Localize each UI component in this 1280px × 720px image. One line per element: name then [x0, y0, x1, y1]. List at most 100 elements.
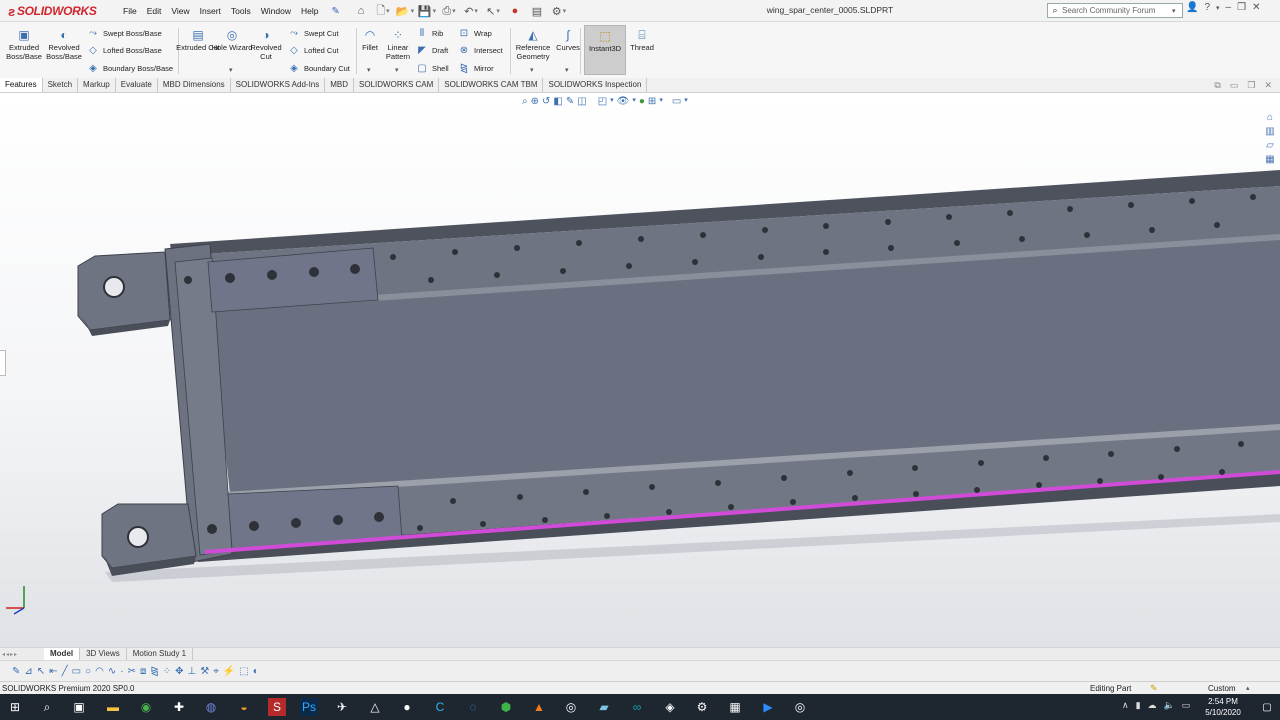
notifications-icon[interactable]: ▢: [1258, 698, 1276, 716]
restore-icon[interactable]: ❐: [1237, 2, 1246, 13]
repair-sketch-icon[interactable]: ⚒: [200, 666, 209, 677]
options-gear-icon[interactable]: ⚙ ▾: [550, 3, 568, 19]
undo-icon[interactable]: ↶ ▾: [462, 3, 480, 19]
menu-window[interactable]: Window: [256, 6, 296, 16]
swept-boss-button[interactable]: ⤳ Swept Boss/Base: [86, 26, 162, 40]
tab-markup[interactable]: Markup: [78, 78, 116, 92]
select-arrow-icon[interactable]: ↖: [37, 666, 45, 677]
chevron-down-icon[interactable]: ▾: [1216, 4, 1220, 12]
pin-icon[interactable]: ✎: [331, 6, 339, 17]
extruded-boss-button[interactable]: ▣ Extruded Boss/Base: [2, 28, 46, 61]
boundary-boss-button[interactable]: ◈ Boundary Boss/Base: [86, 61, 173, 75]
tab-features[interactable]: Features: [0, 78, 43, 92]
quick-snaps-icon[interactable]: ⌖: [213, 666, 219, 677]
zoom-icon[interactable]: ▶: [759, 698, 777, 716]
photoshop-icon[interactable]: Ps: [300, 698, 318, 716]
open-folder-icon[interactable]: 📂 ▾: [396, 3, 414, 19]
steam-icon[interactable]: ⚙: [693, 698, 711, 716]
rebuild-traffic-light-icon[interactable]: ●: [506, 3, 524, 19]
app-icon[interactable]: ✚: [170, 698, 188, 716]
cloud-icon[interactable]: ☁: [1148, 700, 1157, 711]
tab-evaluate[interactable]: Evaluate: [116, 78, 158, 92]
app-icon[interactable]: ▰: [595, 698, 613, 716]
shell-button[interactable]: ▢ Shell: [415, 61, 448, 75]
menu-view[interactable]: View: [166, 6, 194, 16]
thread-button[interactable]: ⌸ Thread: [620, 28, 664, 53]
revolved-cut-button[interactable]: ◑ Revolved Cut: [244, 28, 288, 61]
tab-solidworks-cam-tbm[interactable]: SOLIDWORKS CAM TBM: [439, 78, 544, 92]
linear-pattern-button[interactable]: ⁘ Linear Pattern: [376, 28, 420, 61]
lofted-boss-button[interactable]: ◇ Lofted Boss/Base: [86, 43, 162, 57]
chrome-icon[interactable]: ◉: [137, 698, 155, 716]
app-icon[interactable]: C: [431, 698, 449, 716]
offset-icon[interactable]: ⧈: [140, 666, 146, 677]
move-entities-icon[interactable]: ✥: [175, 666, 183, 677]
rectangle-icon[interactable]: ▭: [72, 666, 81, 677]
battery-icon[interactable]: ▭: [1182, 700, 1191, 711]
tab-mbd-dimensions[interactable]: MBD Dimensions: [158, 78, 231, 92]
line-icon[interactable]: ╱: [62, 666, 68, 677]
windows-start-icon[interactable]: ⊞: [6, 698, 24, 716]
tab-3d-views[interactable]: 3D Views: [80, 648, 127, 660]
swept-cut-button[interactable]: ⤳ Swept Cut: [287, 26, 339, 40]
selection-filter-icon[interactable]: ⊿: [24, 666, 32, 677]
search-icon[interactable]: ⌕: [38, 698, 56, 716]
home-icon[interactable]: ⌂: [352, 3, 370, 19]
new-document-icon[interactable]: 🗋 ▾: [374, 3, 392, 19]
minimize-icon[interactable]: –: [1226, 2, 1232, 13]
select-arrow-icon[interactable]: ↖ ▾: [484, 3, 502, 19]
tab-solidworks-cam[interactable]: SOLIDWORKS CAM: [354, 78, 440, 92]
draft-button[interactable]: ◤ Draft: [415, 43, 448, 57]
chevron-down-icon[interactable]: ▾: [530, 66, 534, 74]
shaded-sketch-contours-icon[interactable]: ◐: [253, 666, 259, 677]
rapid-sketch-icon[interactable]: ⚡: [223, 666, 235, 677]
tab-solidworks-addins[interactable]: SOLIDWORKS Add-Ins: [231, 78, 326, 92]
restore-icon[interactable]: ❐: [1247, 80, 1255, 91]
wing-spar-3d-model[interactable]: [0, 94, 1280, 647]
revolved-boss-button[interactable]: ◐ Revolved Boss/Base: [42, 28, 86, 61]
github-icon[interactable]: ●: [398, 698, 416, 716]
vlc-icon[interactable]: ▲: [530, 698, 548, 716]
solidworks-taskbar-icon[interactable]: S: [268, 698, 286, 716]
obs-icon[interactable]: ◎: [791, 698, 809, 716]
file-properties-icon[interactable]: ▤: [528, 3, 546, 19]
app-icon[interactable]: ◎: [562, 698, 580, 716]
tab-mbd[interactable]: MBD: [325, 78, 355, 92]
tab-scroll-arrows[interactable]: ◂◂▸▸: [0, 651, 44, 658]
tab-model[interactable]: Model: [44, 648, 81, 660]
close-icon[interactable]: ✕: [1264, 80, 1272, 91]
tile-icon[interactable]: ⧉: [1214, 80, 1220, 91]
solidworks-logo[interactable]: ƨ SOLIDWORKS: [8, 2, 97, 20]
instant2d-icon[interactable]: ⬚: [239, 666, 248, 677]
menu-file[interactable]: File: [118, 6, 142, 16]
blender-icon[interactable]: ◒: [235, 698, 253, 716]
tab-sketch[interactable]: Sketch: [43, 78, 79, 92]
inkscape-icon[interactable]: △: [366, 698, 384, 716]
rib-button[interactable]: ⫴ Rib: [415, 26, 443, 40]
calculator-icon[interactable]: ▦: [726, 698, 744, 716]
chevron-down-icon[interactable]: ▾: [367, 66, 371, 74]
menu-tools[interactable]: Tools: [226, 6, 256, 16]
arc-icon[interactable]: ◠: [95, 666, 104, 677]
file-explorer-icon[interactable]: ▬: [104, 698, 122, 716]
linear-pattern-icon[interactable]: ⁘: [163, 666, 171, 677]
app-icon[interactable]: ◌: [464, 698, 482, 716]
relations-icon[interactable]: ⊥: [188, 666, 197, 677]
chevron-down-icon[interactable]: ▾: [229, 66, 233, 74]
taskbar-clock[interactable]: 2:54 PM 5/10/2020: [1198, 696, 1248, 718]
close-icon[interactable]: ✕: [1252, 2, 1260, 13]
point-icon[interactable]: ·: [120, 666, 123, 677]
app-icon[interactable]: ◈: [661, 698, 679, 716]
chevron-down-icon[interactable]: ▾: [395, 66, 399, 74]
help-icon[interactable]: ?: [1204, 2, 1210, 13]
arduino-icon[interactable]: ∞: [628, 698, 646, 716]
task-view-icon[interactable]: ▣: [70, 698, 88, 716]
menu-help[interactable]: Help: [296, 6, 323, 16]
unit-system[interactable]: Custom: [1208, 684, 1236, 693]
rebuild-icon[interactable]: ✎: [1150, 683, 1158, 694]
network-icon[interactable]: ▮: [1136, 700, 1141, 711]
chevron-up-icon[interactable]: ∧: [1122, 700, 1129, 711]
menu-insert[interactable]: Insert: [195, 6, 226, 16]
speaker-icon[interactable]: 🔈: [1164, 700, 1175, 711]
app-icon[interactable]: ⬢: [497, 698, 515, 716]
